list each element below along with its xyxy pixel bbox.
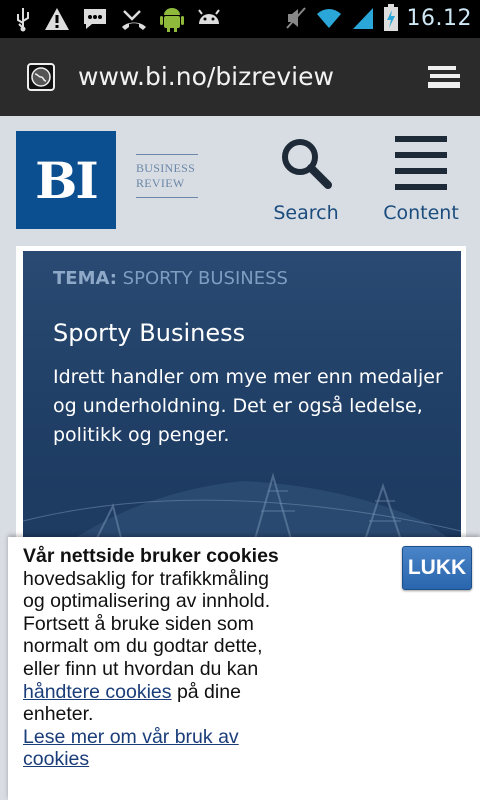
- content-label: Content: [383, 202, 459, 224]
- menu-icon: [395, 136, 447, 190]
- close-cookie-button[interactable]: LUKK: [402, 546, 472, 590]
- search-button[interactable]: Search: [273, 136, 339, 224]
- hero-description: Idrett handler om mye mer enn medaljer o…: [53, 366, 443, 446]
- wordmark-line-1: BUSINESS: [136, 161, 196, 175]
- system-icons: 16.12: [285, 4, 472, 32]
- bi-logo[interactable]: BI: [16, 131, 116, 229]
- clock: 16.12: [406, 5, 472, 31]
- cookie-message: Vår nettside bruker cookies hovedsaklig …: [23, 545, 293, 771]
- cookie-text-1: hovedsaklig for trafikkmåling og optimal…: [23, 567, 271, 680]
- signal-icon: [352, 8, 373, 29]
- url-text[interactable]: www.bi.no/bizreview: [78, 62, 334, 91]
- stadium-image: [23, 472, 461, 546]
- battery-charging-icon: [383, 4, 398, 31]
- missed-call-icon: [122, 10, 146, 30]
- read-more-cookies-link[interactable]: Lese mer om vår bruk av cookies: [23, 726, 239, 771]
- manage-cookies-link[interactable]: håndtere cookies: [23, 681, 172, 703]
- status-bar: 16.12: [0, 0, 480, 38]
- business-review-wordmark: BUSINESS REVIEW: [136, 154, 198, 198]
- wordmark-line-2: REVIEW: [136, 176, 185, 190]
- site-header: BI BUSINESS REVIEW Search Content: [0, 116, 480, 246]
- hero-banner[interactable]: TEMA: SPORTY BUSINESS Sporty Business Id…: [23, 251, 461, 546]
- search-icon: [282, 139, 332, 189]
- search-label: Search: [273, 202, 339, 224]
- android-icon: [160, 8, 184, 32]
- theme-prefix: TEMA:: [53, 268, 117, 289]
- mute-icon: [285, 7, 306, 29]
- tabs-menu-icon[interactable]: [426, 64, 462, 90]
- logo-text: BI: [35, 150, 99, 210]
- message-icon: [84, 9, 106, 29]
- wifi-icon: [316, 9, 341, 28]
- cookie-notice: Vår nettside bruker cookies hovedsaklig …: [8, 537, 480, 800]
- usb-icon: [17, 8, 29, 32]
- browser-address-bar[interactable]: www.bi.no/bizreview: [0, 38, 480, 116]
- android-icon: [198, 9, 220, 24]
- warning-icon: [45, 8, 69, 30]
- globe-icon: [27, 63, 55, 91]
- theme-name: SPORTY BUSINESS: [116, 268, 288, 289]
- notification-icons: [14, 5, 222, 33]
- cookie-bold-text: Vår nettside bruker cookies: [23, 545, 279, 567]
- theme-label: TEMA: SPORTY BUSINESS: [53, 268, 288, 289]
- content-menu-button[interactable]: Content: [383, 136, 459, 224]
- hero-title: Sporty Business: [53, 319, 246, 347]
